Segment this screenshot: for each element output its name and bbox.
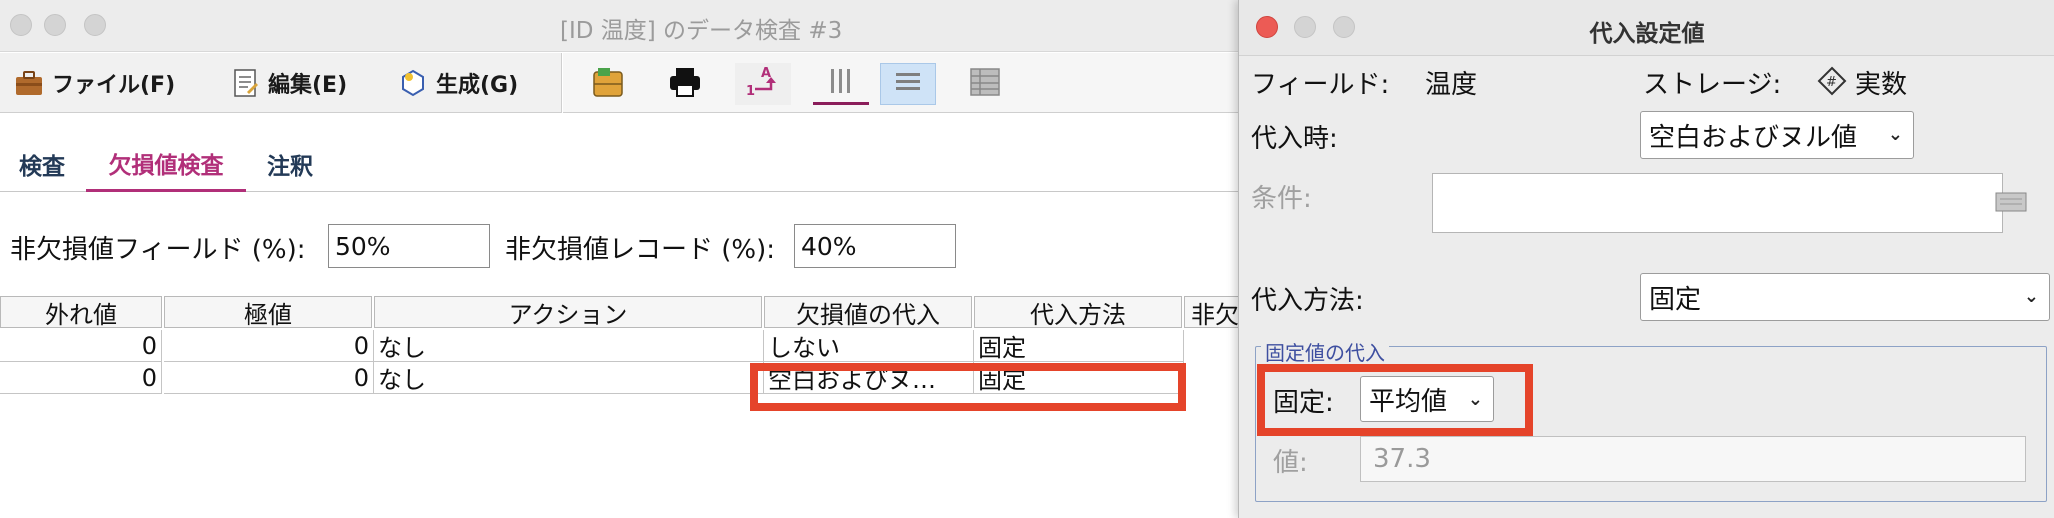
condition-label: 条件: [1251, 184, 1312, 214]
cell-action[interactable]: なし [374, 330, 764, 362]
non-missing-records-label: 非欠損値レコード (%): [505, 234, 776, 265]
svg-text:#: # [1826, 75, 1837, 90]
chevron-down-icon: ⌄ [2023, 286, 2039, 307]
impute-when-value: 空白およびヌル値 [1649, 122, 1858, 153]
real-number-icon: # [1817, 66, 1847, 100]
rows-view-button[interactable] [880, 63, 936, 105]
sort-button[interactable]: A1 [735, 63, 791, 105]
method-value: 固定 [1649, 284, 1702, 315]
non-missing-records-input[interactable]: 40% [794, 224, 956, 268]
storage-value: 実数 [1855, 70, 1908, 100]
menu-edit-label: 編集(E) [268, 73, 348, 98]
column-header-action[interactable]: アクション [374, 296, 762, 328]
tab-annotations[interactable]: 注釈 [258, 136, 322, 192]
tab-audit[interactable]: 検査 [10, 136, 74, 192]
rows-icon [893, 67, 923, 101]
toolbar: A1 [563, 53, 1240, 113]
menu-file-label: ファイル(F) [52, 73, 176, 98]
main-titlebar: [ID 温度] のデータ検査 #3 [0, 0, 1240, 52]
value-label: 値: [1273, 448, 1308, 478]
column-header-method[interactable]: 代入方法 [974, 296, 1182, 328]
wand-icon [398, 68, 428, 98]
column-header-non-missing[interactable]: 非欠 [1184, 296, 1240, 328]
minimize-window-button[interactable] [44, 14, 66, 36]
impute-when-select[interactable]: 空白およびヌル値 ⌄ [1640, 111, 1914, 159]
non-missing-fields-label: 非欠損値フィールド (%): [10, 234, 306, 265]
menu-generate[interactable]: 生成(G) [398, 65, 518, 101]
chevron-down-icon: ⌄ [1887, 124, 1903, 145]
field-value: 温度 [1425, 70, 1478, 100]
cell-method[interactable]: 固定 [974, 330, 1184, 362]
cell-outliers[interactable]: 0 [0, 362, 162, 394]
dialog-title: 代入設定値 [1589, 21, 1705, 47]
cell-impute-missing[interactable]: しない [764, 330, 974, 362]
menu-edit[interactable]: 編集(E) [230, 65, 347, 101]
highlight-box-fixed [1257, 364, 1533, 436]
columns-icon [826, 66, 856, 100]
sort-icon: A1 [745, 63, 781, 105]
impute-settings-dialog: 代入設定値 フィールド: 温度 ストレージ: # 実数 代入時: 空白およびヌル… [1238, 0, 2054, 518]
cell-outliers[interactable]: 0 [0, 330, 162, 362]
condition-input[interactable] [1432, 173, 2003, 233]
cell-extremes[interactable]: 0 [164, 330, 374, 362]
table-view-button[interactable] [957, 63, 1013, 105]
impute-when-label: 代入時: [1251, 124, 1338, 154]
print-button[interactable] [657, 63, 713, 105]
value-input[interactable]: 37.3 [1360, 436, 2026, 482]
print-icon [668, 65, 702, 103]
cell-action[interactable]: なし [374, 362, 764, 394]
fixed-value-group-legend: 固定値の代入 [1261, 337, 1389, 366]
menu-generate-label: 生成(G) [436, 73, 519, 98]
close-window-button[interactable] [10, 14, 32, 36]
method-select[interactable]: 固定 ⌄ [1640, 273, 2050, 321]
expression-builder-icon[interactable] [1995, 189, 2027, 219]
tab-missing-audit[interactable]: 欠損値検査 [86, 136, 246, 192]
node-button[interactable] [580, 63, 636, 105]
storage-label: ストレージ: [1643, 70, 1782, 100]
field-label: フィールド: [1251, 70, 1390, 100]
columns-view-button[interactable] [813, 63, 869, 105]
menubar: ファイル(F) 編集(E) 生成(G) [0, 53, 562, 113]
column-header-extremes[interactable]: 極値 [164, 296, 372, 328]
method-label: 代入方法: [1251, 286, 1364, 316]
document-icon [230, 68, 260, 98]
tab-bar: 検査 欠損値検査 注釈 [0, 128, 1240, 192]
zoom-window-button[interactable] [84, 14, 106, 36]
node-icon [590, 64, 626, 104]
non-missing-fields-input[interactable]: 50% [328, 224, 490, 268]
menu-file[interactable]: ファイル(F) [14, 65, 175, 101]
dialog-titlebar: 代入設定値 [1239, 0, 2054, 56]
svg-text:1: 1 [746, 84, 755, 99]
column-header-impute-missing[interactable]: 欠損値の代入 [764, 296, 972, 328]
cell-extremes[interactable]: 0 [164, 362, 374, 394]
window-title: [ID 温度] のデータ検査 #3 [560, 18, 843, 44]
highlight-box-table-row [750, 363, 1186, 411]
table-icon [969, 67, 1001, 101]
column-header-outliers[interactable]: 外れ値 [0, 296, 162, 328]
briefcase-icon [14, 68, 44, 98]
